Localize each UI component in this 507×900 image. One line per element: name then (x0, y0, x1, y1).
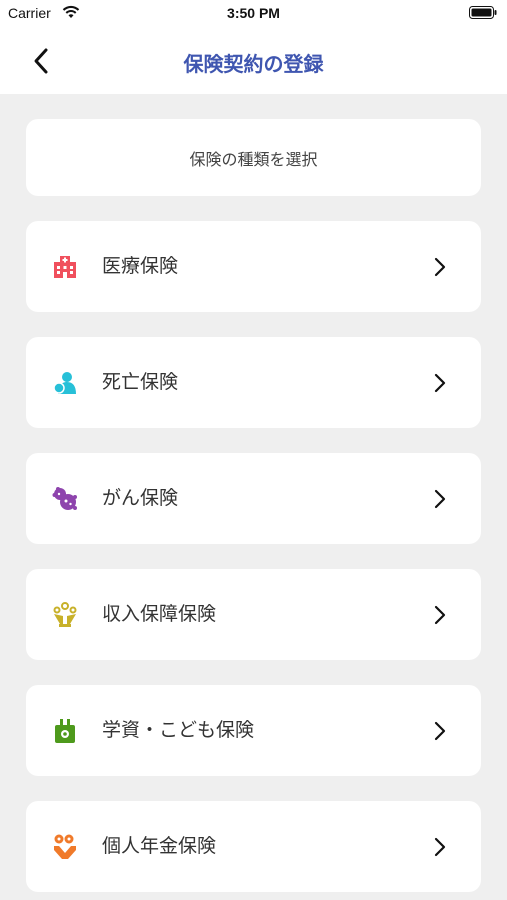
pension-icon (54, 834, 76, 859)
status-bar: Carrier 3:50 PM (0, 0, 507, 28)
insurance-item-label: 個人年金保険 (102, 835, 217, 857)
insurance-item-education[interactable]: 学資・こども保険 (26, 685, 481, 776)
section-header: 保険の種類を選択 (26, 119, 481, 196)
hospital-icon (54, 256, 76, 278)
insurance-item-label: 死亡保険 (102, 371, 179, 393)
insurance-item-label: 収入保障保険 (102, 603, 217, 625)
chevron-right-icon (434, 837, 446, 857)
insurance-item-label: 医療保険 (102, 255, 179, 277)
chevron-right-icon (434, 721, 446, 741)
insurance-item-label: がん保険 (102, 487, 179, 509)
insurance-item-cancer[interactable]: がん保険 (26, 453, 481, 544)
insurance-item-death[interactable]: 死亡保険 (26, 337, 481, 428)
chevron-right-icon (434, 489, 446, 509)
person-icon (53, 372, 76, 394)
insurance-item-pension[interactable]: 個人年金保険 (26, 801, 481, 892)
chevron-right-icon (434, 605, 446, 625)
school-bag-icon (55, 719, 75, 743)
income-icon (53, 602, 77, 627)
clock: 3:50 PM (227, 5, 280, 21)
chevron-right-icon (434, 373, 446, 393)
insurance-item-income-protection[interactable]: 収入保障保険 (26, 569, 481, 660)
insurance-item-medical[interactable]: 医療保険 (26, 221, 481, 312)
chevron-right-icon (434, 257, 446, 277)
insurance-item-label: 学資・こども保険 (102, 719, 255, 741)
section-header-label: 保険の種類を選択 (189, 149, 318, 169)
page-title: 保険契約の登録 (183, 52, 324, 76)
navigation-bar: 保険契約の登録 (0, 28, 507, 94)
battery-icon (469, 6, 497, 19)
cancer-cell-icon (52, 487, 77, 510)
